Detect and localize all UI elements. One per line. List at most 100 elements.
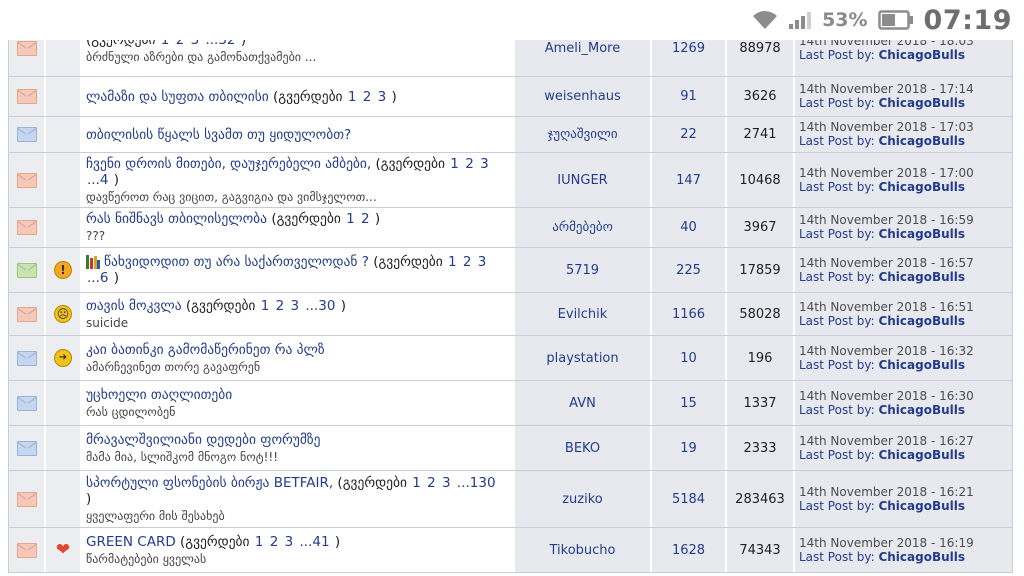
last-post-user-link[interactable]: ChicagoBulls (878, 314, 965, 328)
last-post-date-link[interactable]: 14th November 2018 - 17:03 (799, 120, 974, 134)
page-link[interactable]: 3 (480, 156, 489, 172)
topic-icon-cell (46, 381, 82, 425)
last-post-date-link[interactable]: 14th November 2018 - 17:00 (799, 166, 974, 180)
last-post-user-link[interactable]: ChicagoBulls (878, 48, 965, 62)
envelope-flap (27, 90, 36, 103)
topic-title-link[interactable]: წახვიდოდით თუ არა საქართველოდან ? (104, 254, 369, 270)
last-post-user-link[interactable]: ChicagoBulls (878, 550, 965, 564)
page-link[interactable]: 3 (478, 254, 487, 270)
last-post-date-link[interactable]: 14th November 2018 - 16:59 (799, 213, 974, 227)
topic-author-link[interactable]: playstation (546, 351, 618, 366)
topic-status-cell (9, 528, 46, 572)
topic-author-link[interactable]: Ameli_More (545, 41, 621, 56)
page-link[interactable]: 2 (427, 475, 436, 491)
page-link[interactable]: ...4 (87, 172, 108, 188)
last-post-user-link[interactable]: ChicagoBulls (878, 499, 965, 513)
topic-status-cell (9, 471, 46, 527)
last-post-date-link[interactable]: 14th November 2018 - 16:32 (799, 344, 974, 358)
topic-cell: თავის მოკვლა (გვერდები 1 2 3 ...30 ) suic… (82, 293, 515, 335)
topic-author-link[interactable]: ჯუღაშვილი (547, 127, 617, 142)
replies-count-link[interactable]: 1628 (672, 543, 705, 558)
replies-count-link[interactable]: 1166 (672, 307, 705, 322)
topic-icon-cell: ❤ (46, 528, 82, 572)
last-post-user-link[interactable]: ChicagoBulls (878, 134, 965, 148)
page-link[interactable]: 3 (378, 89, 387, 105)
page-link[interactable]: 3 (285, 534, 294, 550)
books-icon (86, 255, 100, 269)
topic-title-link[interactable]: ლამაზი და სუფთა თბილისი (86, 89, 269, 105)
topic-title-link[interactable]: უცხოელი თაღლითები (86, 387, 232, 403)
page-link[interactable]: ...130 (457, 475, 496, 491)
topic-author-link[interactable]: zuziko (562, 492, 603, 507)
replies-cell: 15 (652, 381, 727, 425)
page-link[interactable]: 2 (465, 156, 474, 172)
author-cell: 5719 (515, 248, 652, 292)
page-link[interactable]: 1 (346, 211, 355, 227)
topic-author-link[interactable]: Tikobucho (549, 543, 615, 558)
topic-title-link[interactable]: თბილისის წყალს სვამთ თუ ყიდულობთ? (86, 127, 351, 143)
page-link[interactable]: ...30 (305, 298, 335, 314)
last-post-date-link[interactable]: 14th November 2018 - 17:14 (799, 82, 974, 96)
last-post-user-link[interactable]: ChicagoBulls (878, 358, 965, 372)
page-link[interactable]: 2 (363, 89, 372, 105)
page-link[interactable]: ...41 (300, 534, 330, 550)
last-post-date-link[interactable]: 14th November 2018 - 16:19 (799, 536, 974, 550)
envelope-icon (16, 127, 37, 142)
last-post-user-link[interactable]: ChicagoBulls (878, 270, 965, 284)
topic-title-link[interactable]: სპორტული ფსონების ბირჟა BETFAIR, (86, 475, 333, 491)
replies-count-link[interactable]: 147 (676, 173, 701, 188)
page-link[interactable]: 1 (255, 534, 264, 550)
page-link[interactable]: ...6 (87, 270, 108, 286)
replies-count-link[interactable]: 19 (680, 441, 697, 456)
page-link[interactable]: 1 (261, 298, 270, 314)
last-post-date-link[interactable]: 14th November 2018 - 16:21 (799, 485, 974, 499)
topic-author-link[interactable]: Evilchik (558, 307, 608, 322)
page-link[interactable]: 2 (463, 254, 472, 270)
topic-title-link[interactable]: თავის მოკვლა (86, 298, 182, 314)
last-post-date-link[interactable]: 14th November 2018 - 16:57 (799, 256, 974, 270)
page-link[interactable]: 1 (450, 156, 459, 172)
topic-author-link[interactable]: 5719 (566, 263, 599, 278)
replies-count-link[interactable]: 5184 (672, 492, 705, 507)
last-post-user-link[interactable]: ChicagoBulls (878, 96, 965, 110)
author-cell: ჯუღაშვილი (515, 117, 652, 152)
page-link[interactable]: 3 (442, 475, 451, 491)
topic-title-link[interactable]: კაი ბათინკი გამომაწერინეთ რა პლზ (86, 342, 325, 358)
page-link[interactable]: 2 (276, 298, 285, 314)
last-post-user-link[interactable]: ChicagoBulls (878, 180, 965, 194)
android-status-bar: 53% 07:19 (0, 0, 1024, 40)
last-post-date-link[interactable]: 14th November 2018 - 16:51 (799, 300, 974, 314)
topic-author-link[interactable]: IUNGER (557, 173, 607, 188)
page-link[interactable]: 2 (270, 534, 279, 550)
last-post-user-link[interactable]: ChicagoBulls (878, 227, 965, 241)
topic-title-link[interactable]: GREEN CARD (86, 534, 176, 550)
page-link[interactable]: 2 (361, 211, 370, 227)
page-link[interactable]: 1 (448, 254, 457, 270)
author-cell: BEKO (515, 426, 652, 470)
topic-title-link[interactable]: მრავალშვილიანი დედები ფორუმზე (86, 432, 321, 448)
replies-count-link[interactable]: 91 (680, 89, 697, 104)
pages-label: (გვერდები (333, 474, 412, 491)
page-link[interactable]: 1 (412, 475, 421, 491)
last-post-date-link[interactable]: 14th November 2018 - 16:30 (799, 389, 974, 403)
replies-count-link[interactable]: 15 (680, 396, 697, 411)
topic-author-link[interactable]: BEKO (565, 441, 600, 456)
replies-count-link[interactable]: 22 (680, 127, 697, 142)
page-link[interactable]: 3 (291, 298, 300, 314)
replies-count-link[interactable]: 225 (676, 263, 701, 278)
topic-author-link[interactable]: weisenhaus (544, 89, 620, 104)
topic-title-link[interactable]: ჩვენი დროის მითები, დაუჯერებელი ამბები, (86, 156, 371, 172)
envelope-icon (16, 542, 37, 558)
topic-title-link[interactable]: რას ნიშნავს თბილისელობა (86, 211, 267, 227)
topic-author-link[interactable]: AVN (569, 396, 596, 411)
replies-count-link[interactable]: 40 (680, 220, 697, 235)
replies-count-link[interactable]: 10 (680, 351, 697, 366)
envelope-flap (17, 90, 26, 103)
topic-author-link[interactable]: არმებებო (552, 220, 613, 235)
last-post-date-link[interactable]: 14th November 2018 - 16:27 (799, 434, 974, 448)
page-link[interactable]: 1 (348, 89, 357, 105)
last-post-user-link[interactable]: ChicagoBulls (878, 448, 965, 462)
topic-list: (გვერდები 1 2 3 ...32 )ბრძნული აზრები და… (8, 20, 1013, 573)
last-post-user-link[interactable]: ChicagoBulls (878, 403, 965, 417)
replies-count-link[interactable]: 1269 (672, 41, 705, 56)
